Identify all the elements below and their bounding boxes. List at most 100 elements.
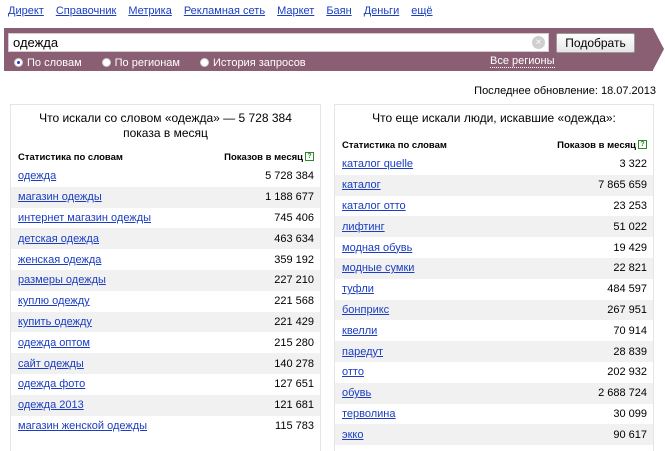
column-header-words: Статистика по словам [342, 139, 447, 151]
phrase-link[interactable]: магазин одежды [18, 191, 102, 203]
table-row: каталог 7 865 659 [335, 174, 653, 196]
table-row: одежда 5 728 384 [11, 166, 320, 187]
column-header: Статистика по словам Показов в месяц? [335, 138, 653, 152]
phrase-link[interactable]: одежда фото [18, 378, 85, 390]
table-row: модные сумки 22 821 [335, 257, 653, 279]
column-header-count: Показов в месяц [557, 139, 636, 151]
phrase-link[interactable]: детская одежда [18, 233, 99, 245]
impressions-count: 267 951 [607, 303, 647, 316]
phrase-link[interactable]: паредут [342, 346, 383, 358]
phrase-link[interactable]: бонприкс [342, 304, 389, 316]
help-icon[interactable]: ? [638, 140, 647, 150]
table-row: купить одежду 221 429 [11, 311, 320, 333]
impressions-count: 19 429 [613, 241, 647, 254]
impressions-count: 463 634 [274, 232, 314, 245]
nav-link-spravochnik[interactable]: Справочник [56, 5, 117, 21]
nav-link-metrika[interactable]: Метрика [128, 5, 172, 21]
table-row: магазин женской одежды 115 783 [11, 416, 320, 437]
impressions-count: 127 651 [274, 378, 314, 391]
phrase-link[interactable]: обувь [342, 387, 371, 399]
table-row: обувь 2 688 724 [335, 382, 653, 404]
table-row: квелли 70 914 [335, 320, 653, 341]
mode-history-label: История запросов [213, 56, 306, 69]
table-row: одежда оптом 215 280 [11, 332, 320, 353]
column-header-count-wrap: Показов в месяц? [557, 140, 647, 151]
impressions-count: 23 253 [613, 199, 647, 212]
phrase-link[interactable]: туфли [342, 283, 374, 295]
panel-title: Что еще искали люди, искавшие «одежда»: [372, 111, 616, 125]
phrase-link[interactable]: купить одежду [18, 316, 92, 328]
impressions-count: 70 914 [613, 324, 647, 337]
nav-link-market[interactable]: Маркет [277, 5, 314, 21]
phrase-link[interactable]: каталог отто [342, 200, 406, 212]
impressions-count: 1 188 677 [265, 191, 314, 204]
column-header-count-wrap: Показов в месяц? [224, 152, 314, 163]
phrase-link[interactable]: терволина [342, 408, 396, 420]
left-rows: одежда 5 728 384 магазин одежды 1 188 677 ин… [11, 166, 320, 436]
table-row: одежда фото 127 651 [11, 374, 320, 395]
phrase-link[interactable]: одежда оптом [18, 337, 90, 349]
phrase-link[interactable]: размеры одежды [18, 274, 106, 286]
right-rows: каталог quelle 3 322 каталог 7 865 659 катал… [335, 154, 653, 446]
phrase-link[interactable]: женская одежда [18, 254, 101, 266]
impressions-count: 745 406 [274, 211, 314, 224]
phrase-link[interactable]: одежда 2013 [18, 399, 84, 411]
table-row: бонприкс 267 951 [335, 299, 653, 321]
table-row: туфли 484 597 [335, 279, 653, 300]
phrase-link[interactable]: каталог [342, 179, 381, 191]
phrase-link[interactable]: каталог quelle [342, 158, 413, 170]
impressions-count: 140 278 [274, 357, 314, 370]
mode-by-regions-label: По регионам [114, 56, 180, 69]
table-row: отто 202 932 [335, 362, 653, 383]
table-row: сайт одежды 140 278 [11, 353, 320, 374]
phrase-link[interactable]: магазин женской одежды [18, 420, 147, 432]
column-header-words: Статистика по словам [18, 151, 123, 163]
search-input[interactable] [13, 35, 523, 50]
impressions-count: 359 192 [274, 253, 314, 266]
search-mode-group: По словам По регионам История запросов [14, 56, 326, 69]
phrase-link[interactable]: модные сумки [342, 262, 414, 274]
phrase-link[interactable]: модная обувь [342, 242, 412, 254]
nav-link-direct[interactable]: Директ [8, 5, 44, 21]
mode-by-words[interactable]: По словам [14, 57, 82, 69]
impressions-count: 5 728 384 [265, 170, 314, 183]
mode-history[interactable]: История запросов [200, 57, 306, 69]
table-row: женская одежда 359 192 [11, 249, 320, 270]
search-band-arrow [653, 28, 664, 70]
phrase-link[interactable]: одежда [18, 170, 56, 182]
nav-link-more[interactable]: ещё [411, 5, 432, 21]
radio-icon [101, 58, 111, 67]
phrase-link[interactable]: куплю одежду [18, 295, 90, 307]
impressions-count: 202 932 [607, 366, 647, 379]
impressions-count: 121 681 [274, 399, 314, 412]
phrase-link[interactable]: лифтинг [342, 221, 385, 233]
phrase-link[interactable]: квелли [342, 325, 377, 337]
column-header: Статистика по словам Показов в месяц? [11, 150, 320, 164]
table-row: одежда 2013 121 681 [11, 394, 320, 416]
table-row: терволина 30 099 [335, 404, 653, 425]
last-updated: Последнее обновление: 18.07.2013 [474, 85, 656, 97]
impressions-count: 90 617 [613, 428, 647, 441]
impressions-count: 28 839 [613, 345, 647, 358]
radio-icon [200, 58, 209, 67]
impressions-count: 221 568 [274, 295, 314, 308]
nav-link-dengi[interactable]: Деньги [364, 5, 400, 21]
phrase-link[interactable]: сайт одежды [18, 358, 84, 370]
impressions-count: 484 597 [607, 283, 647, 296]
all-regions-link[interactable]: Все регионы [490, 56, 555, 68]
pick-button[interactable]: Подобрать [556, 33, 635, 53]
nav-link-bayan[interactable]: Баян [326, 5, 351, 21]
impressions-count: 51 022 [613, 220, 647, 233]
phrase-link[interactable]: отто [342, 366, 364, 378]
help-icon[interactable]: ? [305, 152, 314, 162]
search-box: × [8, 33, 549, 52]
table-row: каталог quelle 3 322 [335, 154, 653, 175]
impressions-count: 7 865 659 [598, 179, 647, 192]
mode-by-regions[interactable]: По регионам [101, 56, 180, 69]
clear-icon[interactable]: × [532, 36, 545, 49]
impressions-count: 221 429 [274, 315, 314, 328]
phrase-link[interactable]: экко [342, 429, 363, 441]
nav-link-ad-network[interactable]: Рекламная сеть [184, 5, 265, 21]
phrase-link[interactable]: интернет магазин одежды [18, 212, 151, 224]
impressions-count: 2 688 724 [598, 387, 647, 400]
